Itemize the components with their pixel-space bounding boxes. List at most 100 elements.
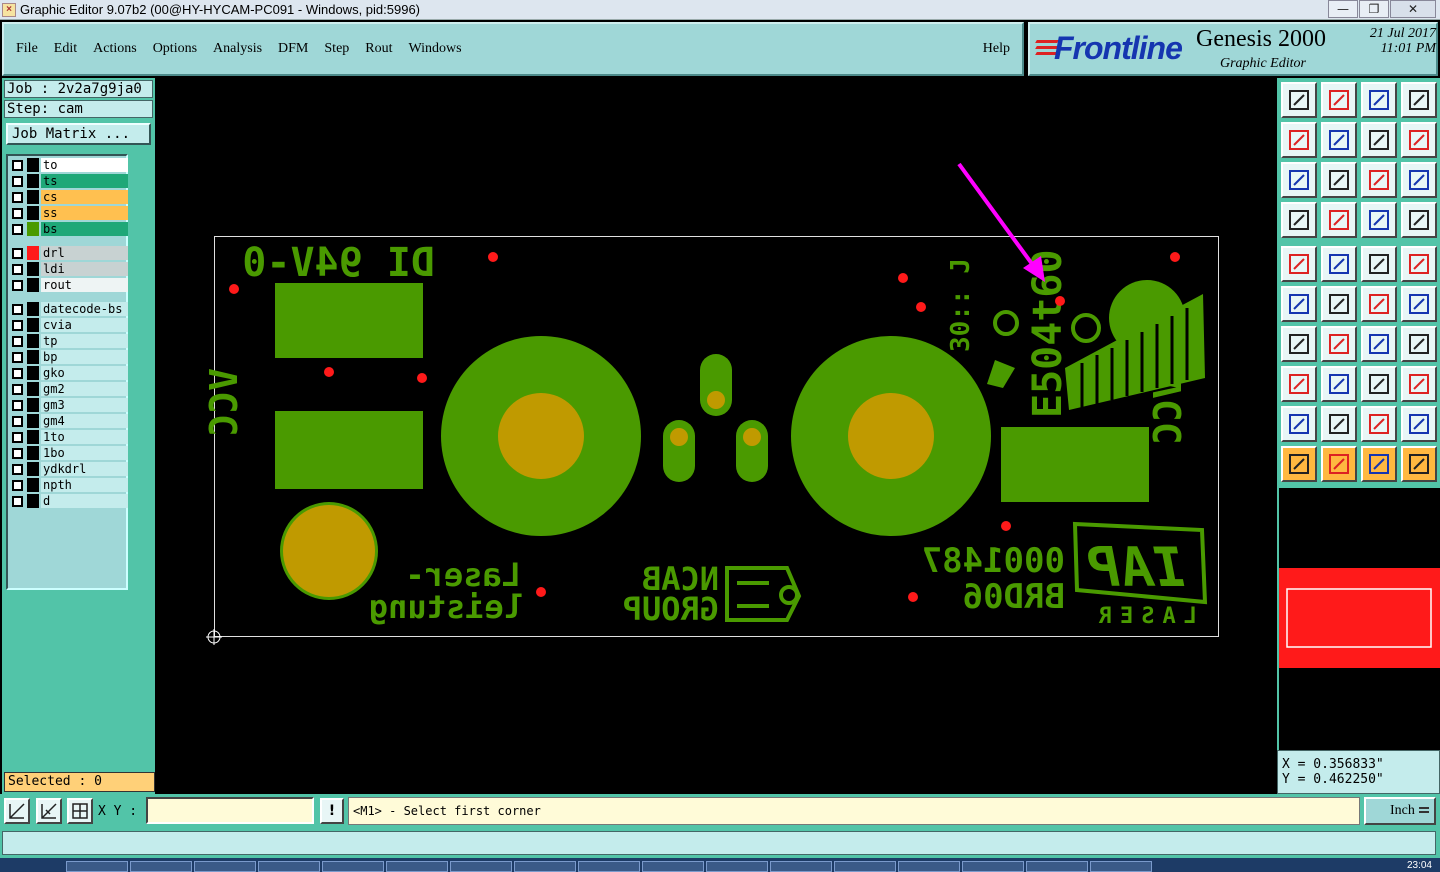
layer-red-1-tool-button[interactable] <box>1361 202 1397 238</box>
cross-node-tool-button[interactable] <box>1321 286 1357 322</box>
layer-checkbox[interactable] <box>12 431 23 443</box>
layer-color-swatch[interactable] <box>27 174 39 188</box>
triangle-1-tool-button[interactable] <box>1281 406 1317 442</box>
xy-input[interactable] <box>146 797 314 824</box>
arc-tool-button[interactable] <box>1361 326 1397 362</box>
measure-box-tool-button[interactable] <box>1361 366 1397 402</box>
layer-color-swatch[interactable] <box>27 222 39 236</box>
layer-row-datecode-bs[interactable]: datecode-bs <box>10 302 128 316</box>
layer-checkbox[interactable] <box>12 207 23 219</box>
layer-checkbox[interactable] <box>12 415 23 427</box>
layer-checkbox[interactable] <box>12 495 23 507</box>
layer-row-to[interactable]: to <box>10 158 128 172</box>
menu-file[interactable]: File <box>16 41 38 57</box>
layer-name[interactable]: rout <box>41 278 128 292</box>
triangle-2-tool-button[interactable] <box>1321 406 1357 442</box>
pointer-node-tool-button[interactable] <box>1401 446 1437 482</box>
taskbar-button[interactable] <box>1026 861 1088 872</box>
layer-color-swatch[interactable] <box>27 446 39 460</box>
taskbar-button[interactable] <box>642 861 704 872</box>
taskbar-button[interactable] <box>706 861 768 872</box>
pointer-box-tool-button[interactable] <box>1321 446 1357 482</box>
taskbar-button[interactable] <box>450 861 512 872</box>
measure-mode-button[interactable] <box>36 798 62 824</box>
layer-name[interactable]: gm3 <box>41 398 128 412</box>
minimap[interactable] <box>1277 488 1440 750</box>
mirror-tool-button[interactable] <box>1401 122 1437 158</box>
layer-checkbox[interactable] <box>12 399 23 411</box>
layer-color-swatch[interactable] <box>27 318 39 332</box>
line-node-tool-button[interactable] <box>1361 286 1397 322</box>
pcb-view[interactable]: DI 94V-0 VCC VCC Laser- leistung NCAB GR… <box>157 78 1277 794</box>
layer-color-swatch[interactable] <box>27 190 39 204</box>
layer-row-cs[interactable]: cs <box>10 190 128 204</box>
job-matrix-button[interactable]: Job Matrix ... <box>6 123 151 145</box>
layer-row-d[interactable]: d <box>10 494 128 508</box>
window-split-tool-button[interactable] <box>1401 82 1437 118</box>
layer-color-swatch[interactable] <box>27 246 39 260</box>
taskbar-button[interactable] <box>194 861 256 872</box>
layer-row-drl[interactable]: drl <box>10 246 128 260</box>
menu-edit[interactable]: Edit <box>54 41 77 57</box>
help-tool-button[interactable] <box>1401 162 1437 198</box>
layer-name[interactable]: ydkdrl <box>41 462 128 476</box>
layer-checkbox[interactable] <box>12 367 23 379</box>
layer-color-swatch[interactable] <box>27 478 39 492</box>
layer-row-gko[interactable]: gko <box>10 366 128 380</box>
grid-mode-button[interactable] <box>67 798 93 824</box>
layer-color-swatch[interactable] <box>27 398 39 412</box>
layer-name[interactable]: 1to <box>41 430 128 444</box>
layer-color-swatch[interactable] <box>27 382 39 396</box>
layer-name[interactable]: ts <box>41 174 128 188</box>
layer-color-swatch[interactable] <box>27 462 39 476</box>
layer-checkbox[interactable] <box>12 463 23 475</box>
layer-row-gm3[interactable]: gm3 <box>10 398 128 412</box>
line-cut-tool-button[interactable] <box>1321 366 1357 402</box>
layer-name[interactable]: to <box>41 158 128 172</box>
layer-checkbox[interactable] <box>12 159 23 171</box>
layer-name[interactable]: ldi <box>41 262 128 276</box>
layer-row-1to[interactable]: 1to <box>10 430 128 444</box>
layer-row-cvia[interactable]: cvia <box>10 318 128 332</box>
move-up-tool-button[interactable] <box>1281 82 1317 118</box>
move-left-tool-button[interactable] <box>1281 122 1317 158</box>
line-draw-tool-button[interactable] <box>1281 326 1317 362</box>
layer-color-swatch[interactable] <box>27 366 39 380</box>
layer-name[interactable]: tp <box>41 334 128 348</box>
layer-checkbox[interactable] <box>12 303 23 315</box>
layer-red-2-tool-button[interactable] <box>1401 202 1437 238</box>
layer-color-swatch[interactable] <box>27 302 39 316</box>
layer-color-swatch[interactable] <box>27 278 39 292</box>
triangle-4-tool-button[interactable] <box>1401 406 1437 442</box>
layer-name[interactable]: datecode-bs <box>41 302 128 316</box>
menu-actions[interactable]: Actions <box>93 41 137 57</box>
layer-checkbox[interactable] <box>12 279 23 291</box>
close-button[interactable]: ✕ <box>1390 0 1436 18</box>
pad-tool-button[interactable] <box>1281 246 1317 282</box>
zoom-fit-tool-button[interactable] <box>1281 162 1317 198</box>
layer-name[interactable]: bs <box>41 222 128 236</box>
taskbar-button[interactable] <box>258 861 320 872</box>
layer-name[interactable]: gm2 <box>41 382 128 396</box>
layer-checkbox[interactable] <box>12 447 23 459</box>
settings-tool-button[interactable] <box>1281 202 1317 238</box>
minimize-button[interactable]: — <box>1328 0 1358 18</box>
shape-copy-tool-button[interactable] <box>1401 366 1437 402</box>
layer-color-swatch[interactable] <box>27 430 39 444</box>
pointer-tool-button[interactable] <box>1281 446 1317 482</box>
menu-options[interactable]: Options <box>153 41 197 57</box>
layer-name[interactable]: cvia <box>41 318 128 332</box>
alert-button[interactable]: ! <box>320 798 344 824</box>
taskbar-button[interactable] <box>514 861 576 872</box>
layer-row-1bo[interactable]: 1bo <box>10 446 128 460</box>
layer-row-tp[interactable]: tp <box>10 334 128 348</box>
layer-name[interactable]: gko <box>41 366 128 380</box>
menu-windows[interactable]: Windows <box>409 41 462 57</box>
taskbar-button[interactable] <box>322 861 384 872</box>
circle-pad-tool-button[interactable] <box>1401 246 1437 282</box>
snap-mode-button[interactable] <box>4 798 30 824</box>
triangle-3-tool-button[interactable] <box>1361 406 1397 442</box>
layer-checkbox[interactable] <box>12 319 23 331</box>
move-right-tool-button[interactable] <box>1321 122 1357 158</box>
layer-row-ss[interactable]: ss <box>10 206 128 220</box>
